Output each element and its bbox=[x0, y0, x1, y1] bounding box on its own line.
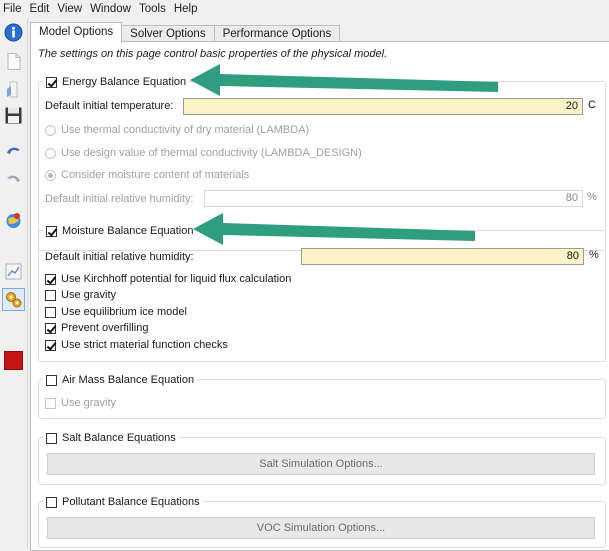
left-toolbar bbox=[0, 18, 28, 549]
lambda-label: Use thermal conductivity of dry material… bbox=[61, 124, 310, 136]
lambda-design-option[interactable]: Use design value of thermal conductivity… bbox=[45, 145, 362, 161]
gravity-checkbox[interactable] bbox=[45, 289, 56, 301]
energy-rh-label: Default initial relative humidity: bbox=[45, 193, 194, 205]
salt-balance-toggle[interactable]: Salt Balance Equations bbox=[43, 430, 179, 446]
lambda-radio[interactable] bbox=[45, 124, 56, 136]
voc-simulation-options-button[interactable]: VOC Simulation Options... bbox=[47, 517, 595, 539]
energy-balance-label: Energy Balance Equation bbox=[62, 76, 187, 88]
prevent-overfilling-checkbox[interactable] bbox=[45, 322, 56, 334]
kirchhoff-option[interactable]: Use Kirchhoff potential for liquid flux … bbox=[45, 271, 291, 287]
intro-text: The settings on this page control basic … bbox=[38, 48, 388, 60]
pollutant-balance-group: Pollutant Balance Equations VOC Simulati… bbox=[38, 494, 606, 548]
energy-rh-input[interactable]: 80 bbox=[204, 190, 583, 207]
moisture-content-label: Consider moisture content of materials bbox=[61, 169, 250, 181]
info-icon[interactable] bbox=[4, 23, 23, 42]
menu-file[interactable]: File bbox=[0, 3, 26, 15]
map-pin-icon[interactable] bbox=[4, 211, 23, 230]
temperature-unit: C bbox=[588, 99, 596, 111]
air-gravity-option[interactable]: Use gravity bbox=[45, 395, 116, 411]
moisture-balance-toggle[interactable]: Moisture Balance Equation bbox=[43, 223, 197, 239]
air-mass-checkbox[interactable] bbox=[46, 374, 57, 386]
tab-model-options[interactable]: Model Options bbox=[30, 22, 123, 43]
red-square-icon[interactable] bbox=[4, 351, 23, 370]
lambda-design-radio[interactable] bbox=[45, 147, 56, 159]
ice-model-checkbox[interactable] bbox=[45, 306, 56, 318]
air-mass-label: Air Mass Balance Equation bbox=[62, 374, 195, 386]
moisture-rh-label: Default initial relative humidity: bbox=[45, 251, 194, 263]
prevent-overfilling-label: Prevent overfilling bbox=[61, 322, 149, 334]
kirchhoff-checkbox[interactable] bbox=[45, 273, 56, 285]
default-temperature-label: Default initial temperature: bbox=[45, 100, 174, 112]
salt-balance-checkbox[interactable] bbox=[46, 432, 57, 444]
redo-icon[interactable] bbox=[4, 170, 23, 189]
new-file-icon[interactable] bbox=[4, 52, 23, 71]
prevent-overfilling-option[interactable]: Prevent overfilling bbox=[45, 320, 148, 336]
salt-balance-label: Salt Balance Equations bbox=[62, 432, 176, 444]
pollutant-balance-toggle[interactable]: Pollutant Balance Equations bbox=[43, 494, 203, 510]
gravity-label: Use gravity bbox=[61, 289, 117, 301]
moisture-content-option[interactable]: Consider moisture content of materials bbox=[45, 167, 249, 183]
open-file-icon[interactable] bbox=[4, 80, 23, 99]
lambda-option[interactable]: Use thermal conductivity of dry material… bbox=[45, 122, 309, 138]
default-temperature-row: Default initial temperature: bbox=[45, 98, 173, 114]
undo-icon[interactable] bbox=[4, 142, 23, 161]
tab-bar: Model Options Solver Options Performance… bbox=[30, 22, 341, 43]
energy-rh-unit: % bbox=[587, 191, 597, 203]
menu-window[interactable]: Window bbox=[86, 3, 135, 15]
strict-checks-label: Use strict material function checks bbox=[61, 339, 228, 351]
salt-balance-group: Salt Balance Equations Salt Simulation O… bbox=[38, 430, 606, 485]
menu-help[interactable]: Help bbox=[170, 3, 202, 15]
pollutant-balance-checkbox[interactable] bbox=[46, 496, 57, 508]
gears-icon[interactable] bbox=[4, 290, 23, 309]
strict-checks-option[interactable]: Use strict material function checks bbox=[45, 337, 228, 353]
chart-icon[interactable] bbox=[4, 262, 23, 281]
moisture-content-radio[interactable] bbox=[45, 169, 56, 181]
strict-checks-checkbox[interactable] bbox=[45, 339, 56, 351]
moisture-rh-unit: % bbox=[589, 249, 599, 261]
ice-model-option[interactable]: Use equilibrium ice model bbox=[45, 304, 187, 320]
pollutant-balance-label: Pollutant Balance Equations bbox=[62, 496, 200, 508]
air-gravity-checkbox[interactable] bbox=[45, 397, 56, 409]
save-icon[interactable] bbox=[4, 106, 23, 125]
model-options-panel: The settings on this page control basic … bbox=[30, 41, 609, 551]
ice-model-label: Use equilibrium ice model bbox=[61, 306, 187, 318]
energy-balance-checkbox[interactable] bbox=[46, 76, 57, 88]
moisture-rh-row: Default initial relative humidity: bbox=[45, 249, 194, 265]
gravity-option[interactable]: Use gravity bbox=[45, 287, 116, 303]
energy-balance-toggle[interactable]: Energy Balance Equation bbox=[43, 74, 190, 90]
lambda-design-label: Use design value of thermal conductivity… bbox=[61, 147, 362, 159]
moisture-annotation-arrow bbox=[193, 213, 475, 245]
air-mass-group: Air Mass Balance Equation Use gravity bbox=[38, 372, 606, 419]
menu-view[interactable]: View bbox=[53, 3, 86, 15]
air-mass-toggle[interactable]: Air Mass Balance Equation bbox=[43, 372, 198, 388]
energy-rh-row: Default initial relative humidity: bbox=[45, 191, 194, 207]
menu-edit[interactable]: Edit bbox=[26, 3, 54, 15]
air-gravity-label: Use gravity bbox=[61, 397, 117, 409]
salt-simulation-options-button[interactable]: Salt Simulation Options... bbox=[47, 453, 595, 475]
energy-annotation-arrow bbox=[190, 64, 498, 96]
kirchhoff-label: Use Kirchhoff potential for liquid flux … bbox=[61, 273, 292, 285]
menu-tools[interactable]: Tools bbox=[135, 3, 170, 15]
moisture-balance-checkbox[interactable] bbox=[46, 225, 57, 237]
menu-bar: File Edit View Window Tools Help bbox=[0, 0, 609, 18]
moisture-balance-label: Moisture Balance Equation bbox=[62, 225, 194, 237]
